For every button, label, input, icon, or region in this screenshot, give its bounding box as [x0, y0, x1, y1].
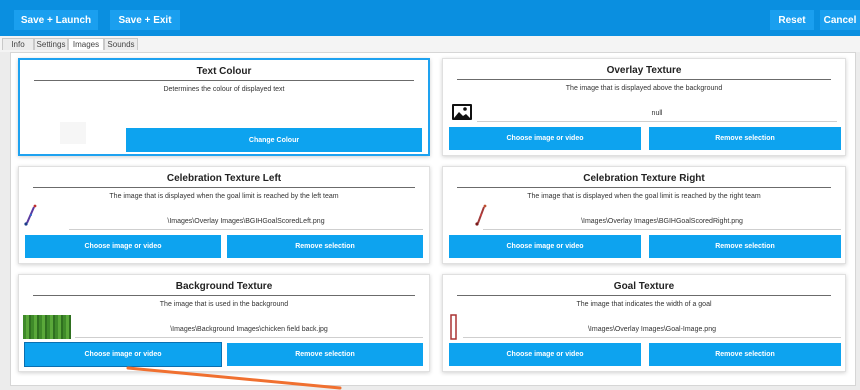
orange-arrow-annotation	[126, 366, 342, 390]
